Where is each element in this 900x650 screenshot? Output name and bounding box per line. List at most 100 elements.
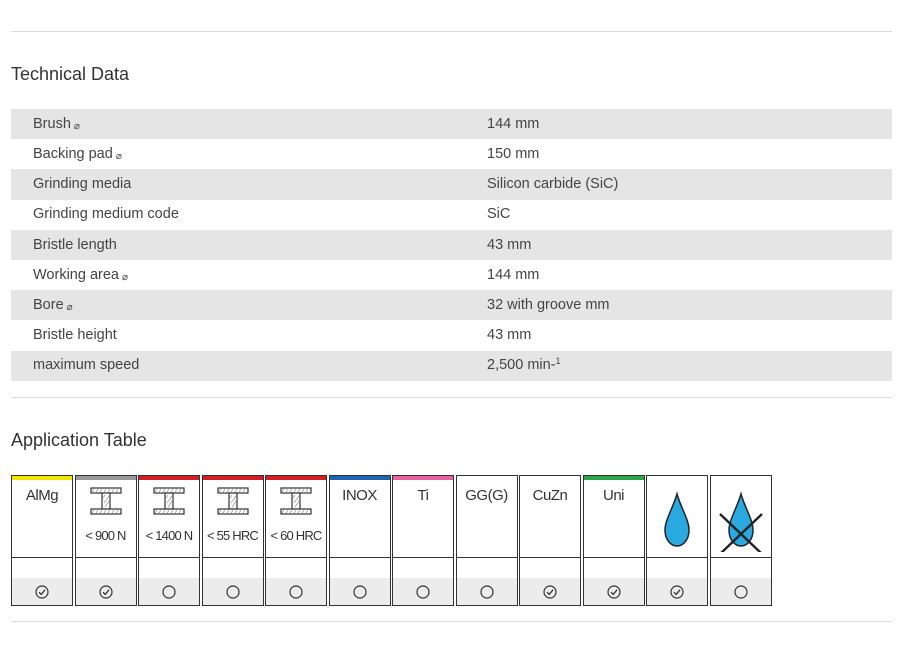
technical-data-heading: Technical Data — [11, 64, 130, 84]
spec-label: Bristle height — [33, 327, 117, 344]
suitability-cell — [266, 558, 326, 605]
spec-label: Brush ⌀ — [11, 109, 465, 140]
technical-data-table: Brush ⌀ 144 mm Backing pad ⌀ 150 mm Grinding m… — [11, 109, 892, 381]
spec-value: 32 with groove mm — [465, 290, 892, 321]
material-header: CuZn — [520, 480, 580, 557]
spec-label: Grinding media — [11, 169, 465, 200]
suitability-cell — [456, 558, 517, 605]
diameter-icon: ⌀ — [115, 151, 122, 163]
spec-value: 144 mm — [465, 109, 892, 140]
table-row: Working area ⌀ 144 mm — [11, 260, 892, 290]
table-row: maximum speed 2,500 min-1 — [11, 350, 892, 381]
material-header: GG(G) — [457, 480, 517, 557]
material-column: Uni — [582, 475, 645, 606]
material-column: < 900 N — [74, 475, 137, 606]
spec-value: SiC — [487, 206, 511, 223]
material-column: < 60 HRC — [265, 475, 327, 606]
steel-beam-icon — [89, 487, 122, 520]
middle-divider — [11, 397, 892, 398]
suitability-cell — [202, 558, 263, 605]
empty-circle-icon — [416, 585, 430, 599]
suitability-cell — [710, 558, 771, 605]
steel-beam-icon — [280, 487, 312, 520]
material-header: < 55 HRC — [203, 480, 263, 557]
material-header: INOX — [330, 480, 390, 557]
suitability-cell — [583, 558, 644, 605]
suitability-cell — [12, 558, 72, 605]
spec-label: Bore ⌀ — [11, 290, 465, 321]
material-strength-label: < 60 HRC — [270, 528, 322, 543]
material-label: CuZn — [532, 487, 568, 504]
material-column: GG(G) — [455, 475, 518, 606]
spec-label: Bristle length — [11, 229, 465, 260]
material-column: AlMg — [11, 475, 73, 606]
top-divider — [11, 31, 892, 32]
check-circle-icon — [670, 585, 684, 599]
check-circle-icon — [543, 585, 557, 599]
suitability-cell — [647, 558, 707, 605]
empty-circle-icon — [162, 585, 176, 599]
spec-label: Grinding medium code — [33, 206, 179, 223]
suitability-cell — [520, 558, 580, 605]
material-header: < 900 N — [76, 480, 136, 557]
table-row: Bristle length 43 mm — [11, 229, 892, 260]
material-column — [646, 475, 708, 606]
material-header: < 60 HRC — [266, 480, 326, 557]
table-row: Bore ⌀ 32 with groove mm — [11, 290, 892, 321]
empty-circle-icon — [479, 585, 494, 599]
spec-value: 43 mm — [487, 327, 532, 344]
table-row: Brush ⌀ 144 mm — [11, 109, 892, 140]
table-row: Grinding medium code SiC — [11, 200, 892, 230]
material-label: Uni — [602, 487, 625, 504]
spec-value: Silicon carbide (SiC) — [465, 169, 892, 200]
material-strength-label: < 900 N — [85, 528, 126, 543]
suitability-cell — [329, 558, 390, 605]
spec-value: 150 mm — [487, 146, 540, 163]
material-header: AlMg — [12, 480, 72, 557]
spec-label: maximum speed — [11, 350, 465, 381]
empty-circle-icon — [289, 585, 303, 599]
material-strength-label: < 55 HRC — [206, 528, 259, 543]
diameter-icon: ⌀ — [73, 120, 80, 132]
material-column — [709, 475, 772, 606]
spec-label: Working area ⌀ — [33, 266, 128, 283]
steel-beam-icon — [216, 487, 249, 520]
table-row: Bristle height 43 mm — [11, 320, 892, 350]
material-column: < 1400 N — [138, 475, 200, 606]
spec-value: 144 mm — [487, 266, 540, 283]
suitability-cell — [139, 558, 199, 605]
empty-circle-icon — [733, 585, 748, 599]
table-row: Grinding media Silicon carbide (SiC) — [11, 169, 892, 200]
diameter-icon: ⌀ — [121, 271, 128, 283]
unit-exponent: 1 — [555, 356, 561, 367]
material-column: < 55 HRC — [201, 475, 264, 606]
dry-crossed-drop-icon — [718, 488, 766, 557]
material-label: INOX — [342, 487, 377, 504]
empty-circle-icon — [352, 585, 367, 599]
bottom-divider — [11, 621, 892, 622]
material-header — [711, 480, 771, 557]
material-header: < 1400 N — [139, 480, 199, 557]
spec-label: Backing pad ⌀ — [33, 146, 122, 163]
check-circle-icon — [98, 585, 113, 599]
material-label: Ti — [417, 487, 429, 504]
material-column: Ti — [392, 475, 454, 606]
check-circle-icon — [606, 585, 621, 599]
material-column: INOX — [328, 475, 391, 606]
material-label: AlMg — [25, 487, 59, 504]
table-row: Backing pad ⌀ 150 mm — [11, 139, 892, 169]
application-table-heading: Application Table — [11, 430, 147, 450]
suitability-cell — [393, 558, 453, 605]
check-circle-icon — [35, 585, 49, 599]
material-label: GG(G) — [465, 487, 508, 504]
material-header: Uni — [584, 480, 644, 557]
diameter-icon: ⌀ — [66, 301, 73, 313]
steel-beam-icon — [153, 487, 185, 520]
material-strength-label: < 1400 N — [145, 528, 194, 543]
spec-value: 43 mm — [465, 229, 892, 260]
material-header — [647, 480, 707, 557]
water-drop-icon — [661, 488, 693, 557]
spec-value: 2,500 min-1 — [465, 350, 892, 381]
material-header: Ti — [393, 480, 453, 557]
suitability-cell — [75, 558, 136, 605]
